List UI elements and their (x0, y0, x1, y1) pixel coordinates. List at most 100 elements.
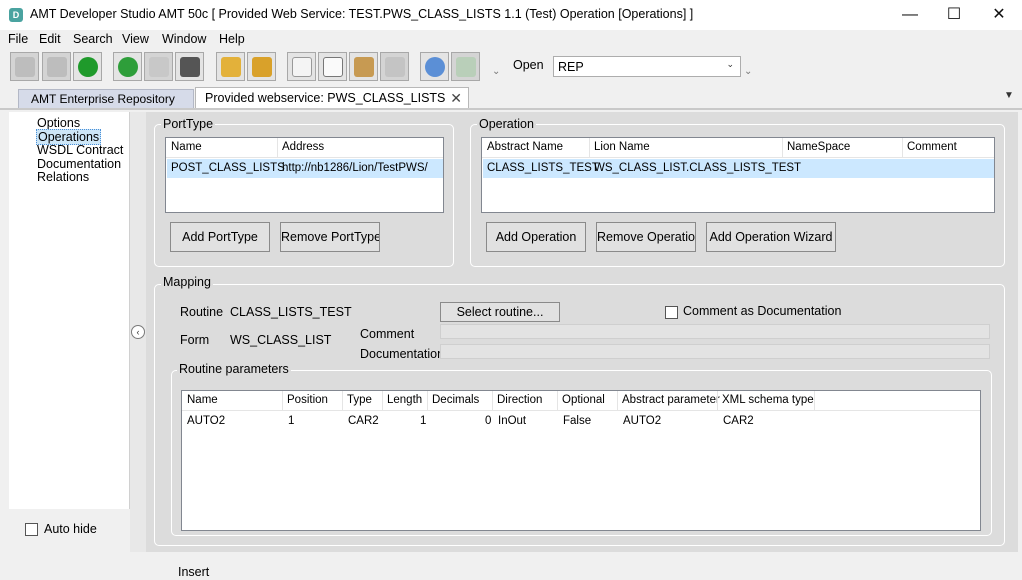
save-icon (15, 57, 35, 77)
porttype-name-cell: POST_CLASS_LISTS (171, 162, 285, 174)
form-value: WS_CLASS_LIST (230, 333, 332, 347)
routine-parameters-grid[interactable]: Name Position Type Length Decimals Direc… (181, 390, 981, 531)
collapse-pane-icon[interactable]: ‹ (131, 325, 145, 339)
tab-divider (0, 108, 1022, 110)
find-button[interactable] (144, 52, 173, 81)
col-header-abstract-parameter[interactable]: Abstract parameter (622, 394, 720, 406)
save-all-icon (47, 57, 67, 77)
tab-enterprise-repository[interactable]: AMT Enterprise Repository (18, 89, 194, 108)
tab-menu-icon[interactable]: ▼ (1004, 90, 1014, 101)
porttype-address-cell: http://nb1286/Lion/TestPWS/ (282, 162, 428, 174)
refresh-button[interactable] (73, 52, 102, 81)
save-all-button[interactable] (42, 52, 71, 81)
add-operation-wizard-button[interactable]: Add Operation Wizard (706, 222, 836, 252)
operation-grid-header: Abstract Name Lion Name NameSpace Commen… (482, 138, 994, 158)
status-text: Insert (178, 565, 210, 579)
documentation-label: Documentation (360, 347, 445, 361)
col-header-comment[interactable]: Comment (907, 141, 957, 153)
copy-button[interactable] (287, 52, 316, 81)
navigation-pane: Options Operations WSDL Contract Documen… (9, 112, 130, 552)
cut-button[interactable] (318, 52, 347, 81)
window-title: AMT Developer Studio AMT 50c [ Provided … (30, 7, 694, 21)
param-optional-cell: False (563, 415, 592, 427)
help-button[interactable] (113, 52, 142, 81)
toolbar-overflow-icon-2[interactable]: ⌄ (744, 66, 752, 88)
table-row[interactable]: POST_CLASS_LISTS http://nb1286/Lion/Test… (167, 159, 443, 178)
refresh-icon (78, 57, 98, 77)
open-select-value: REP (558, 60, 584, 74)
tag-button[interactable] (216, 52, 245, 81)
param-name-cell: AUTO2 (187, 415, 226, 427)
col-header-xml-schema-type[interactable]: XML schema type (722, 394, 814, 406)
find-icon (149, 57, 169, 77)
scissors-icon (323, 57, 343, 77)
open-select[interactable]: REP ⌄ (553, 56, 741, 77)
paste-button[interactable] (349, 52, 378, 81)
close-window-button[interactable]: ✕ (976, 0, 1022, 30)
operation-lion-cell: WS_CLASS_LIST.CLASS_LISTS_TEST (594, 162, 802, 174)
deploy-button[interactable] (451, 52, 480, 81)
form-label: Form (180, 333, 210, 347)
column-divider (782, 138, 783, 158)
app-icon: D (9, 8, 23, 22)
column-divider (617, 391, 618, 411)
col-header-position[interactable]: Position (287, 394, 328, 406)
print-button[interactable] (175, 52, 204, 81)
documentation-field[interactable] (440, 344, 990, 359)
col-header-decimals[interactable]: Decimals (432, 394, 479, 406)
comment-field[interactable] (440, 324, 990, 339)
tag-icon (221, 57, 241, 77)
remove-porttype-button[interactable]: Remove PortType (280, 222, 380, 252)
nav-wsdl-contract[interactable]: WSDL Contract (37, 143, 123, 157)
table-row[interactable]: AUTO2 1 CAR2 1 0 InOut False AUTO2 CAR2 (183, 412, 980, 431)
auto-hide-checkbox[interactable] (25, 523, 38, 536)
col-header-type[interactable]: Type (347, 394, 372, 406)
open-label: Open (513, 58, 544, 72)
col-header-namespace[interactable]: NameSpace (787, 141, 850, 153)
generate-button[interactable] (420, 52, 449, 81)
printer-icon (180, 57, 200, 77)
param-length-cell: 1 (420, 415, 427, 427)
col-header-name[interactable]: Name (171, 141, 202, 153)
nav-documentation[interactable]: Documentation (37, 157, 121, 171)
comment-as-documentation-checkbox[interactable] (665, 306, 678, 319)
select-routine-button[interactable]: Select routine... (440, 302, 560, 322)
select-all-button[interactable] (380, 52, 409, 81)
maximize-button[interactable]: ☐ (931, 0, 977, 30)
menu-search[interactable]: Search (73, 32, 113, 46)
menu-bar: File Edit Search View Window Help (0, 30, 1022, 48)
toolbar-overflow-icon[interactable]: ⌄ (492, 66, 500, 88)
col-header-param-name[interactable]: Name (187, 394, 218, 406)
col-header-address[interactable]: Address (282, 141, 324, 153)
menu-file[interactable]: File (8, 32, 28, 46)
save-button[interactable] (10, 52, 39, 81)
menu-help[interactable]: Help (219, 32, 245, 46)
minimize-button[interactable]: — (887, 0, 933, 30)
table-row[interactable]: CLASS_LISTS_TEST WS_CLASS_LIST.CLASS_LIS… (483, 159, 994, 178)
nav-options[interactable]: Options (37, 116, 80, 130)
tab-provided-webservice[interactable]: Provided webservice: PWS_CLASS_LISTS ✕ (195, 87, 469, 108)
auto-hide-area: Auto hide (9, 509, 130, 552)
menu-edit[interactable]: Edit (39, 32, 61, 46)
routine-parameters-header: Name Position Type Length Decimals Direc… (182, 391, 980, 411)
remove-operation-button[interactable]: Remove Operation (596, 222, 696, 252)
col-header-length[interactable]: Length (387, 394, 422, 406)
menu-view[interactable]: View (122, 32, 149, 46)
status-bar: Insert (0, 556, 1022, 580)
close-tab-icon[interactable]: ✕ (450, 90, 462, 107)
add-operation-button[interactable]: Add Operation (486, 222, 586, 252)
operation-grid[interactable]: Abstract Name Lion Name NameSpace Commen… (481, 137, 995, 213)
col-header-optional[interactable]: Optional (562, 394, 605, 406)
settings-tag-button[interactable] (247, 52, 276, 81)
col-header-direction[interactable]: Direction (497, 394, 542, 406)
porttype-grid[interactable]: Name Address POST_CLASS_LISTS http://nb1… (165, 137, 444, 213)
copy-icon (292, 57, 312, 77)
routine-label: Routine (180, 305, 224, 319)
add-porttype-button[interactable]: Add PortType (170, 222, 270, 252)
gear-run-icon (425, 57, 445, 77)
menu-window[interactable]: Window (162, 32, 206, 46)
nav-relations[interactable]: Relations (37, 170, 89, 184)
col-header-abstract-name[interactable]: Abstract Name (487, 141, 563, 153)
column-divider (557, 391, 558, 411)
col-header-lion-name[interactable]: Lion Name (594, 141, 650, 153)
